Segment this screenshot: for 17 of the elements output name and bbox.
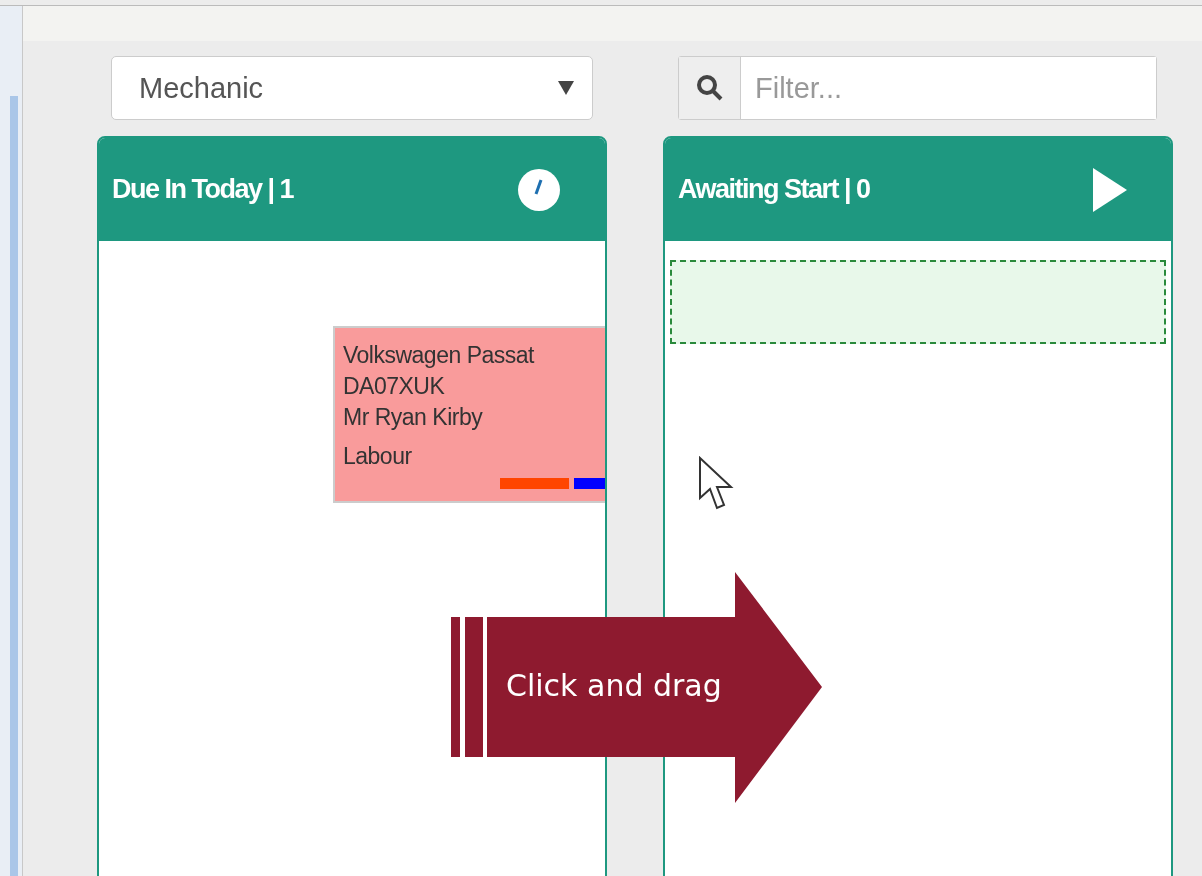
job-card[interactable]: Volkswagen Passat DA07XUK Mr Ryan Kirby Labour xyxy=(333,326,605,503)
drop-zone[interactable] xyxy=(670,260,1166,344)
scroll-bar[interactable] xyxy=(10,96,18,876)
caret-icon xyxy=(558,81,574,95)
play-icon[interactable] xyxy=(1093,167,1127,212)
registration: DA07XUK xyxy=(343,372,446,401)
callout-text: Click and drag xyxy=(506,668,722,703)
job-type: Labour xyxy=(343,442,413,471)
mechanic-dropdown[interactable]: Mechanic xyxy=(111,56,593,120)
search-icon xyxy=(695,74,724,102)
cursor-icon xyxy=(698,456,734,512)
vehicle-name: Volkswagen Passat xyxy=(343,341,536,370)
column-title: Awaiting Start | 0 xyxy=(678,174,870,205)
customer-name: Mr Ryan Kirby xyxy=(343,403,484,432)
filter-field[interactable]: Filter... xyxy=(678,56,1157,120)
clock-icon xyxy=(517,167,561,212)
column-title: Due In Today | 1 xyxy=(112,174,294,205)
